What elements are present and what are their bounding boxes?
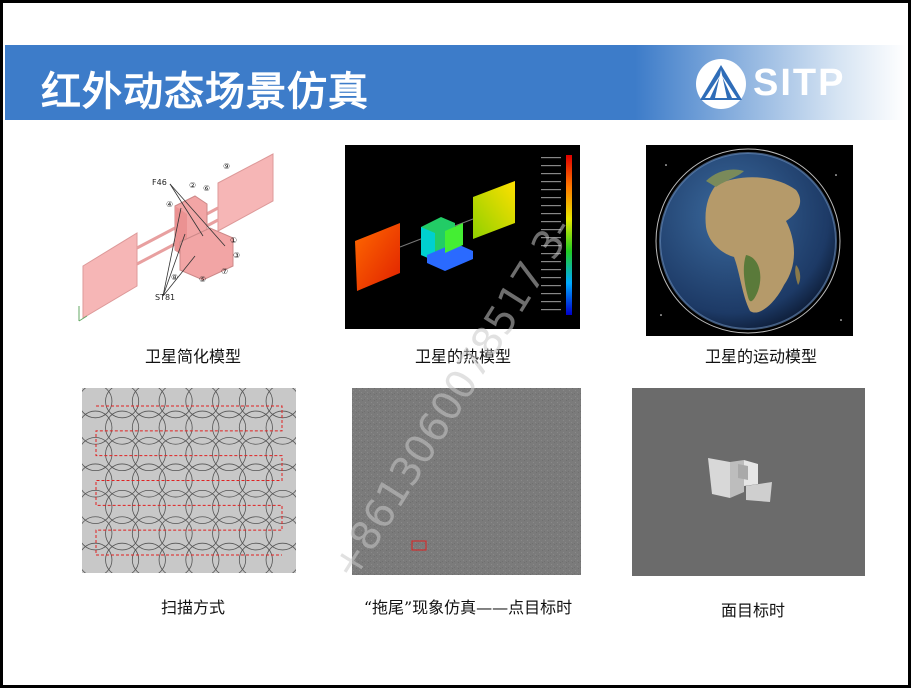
- scan-footprint: [158, 516, 193, 551]
- caption-motion-model: 卫星的运动模型: [704, 347, 817, 366]
- caption-area-target: 面目标时: [720, 601, 785, 620]
- scan-pattern-grid: [82, 388, 296, 573]
- scan-footprint: [82, 489, 113, 524]
- scan-footprint: [185, 437, 220, 472]
- label-4: ④: [166, 200, 173, 209]
- scan-footprint: [238, 437, 273, 472]
- figure-scan-mode: [82, 388, 296, 573]
- scan-footprint: [185, 489, 220, 524]
- scan-footprint: [238, 542, 273, 573]
- scan-footprint: [158, 542, 193, 573]
- scan-footprint: [105, 388, 140, 419]
- sitp-logo: SITP: [691, 58, 891, 110]
- label-2: ②: [189, 181, 196, 190]
- scan-footprint: [185, 410, 220, 445]
- label-8: ⑧: [171, 273, 178, 282]
- scan-footprint: [131, 410, 166, 445]
- scan-footprint: [105, 542, 140, 573]
- scan-footprint: [131, 516, 166, 551]
- area-target-render: [708, 458, 772, 502]
- scan-footprint: [82, 516, 113, 551]
- scan-footprint: [82, 437, 113, 472]
- label-6: ⑥: [203, 184, 210, 193]
- scan-footprint: [212, 489, 247, 524]
- label-3: ③: [233, 251, 240, 260]
- satellite-simplified-diagram: F46 ST81 ② ⑥ ④ ⑨ ① ③ ⑦ ⑤ ⑧: [78, 153, 274, 322]
- scan-footprint: [105, 516, 140, 551]
- scan-footprint: [212, 542, 247, 573]
- scan-footprint: [158, 489, 193, 524]
- scan-footprint: [212, 516, 247, 551]
- slide-title: 红外动态场景仿真: [41, 69, 369, 115]
- scan-footprint: [105, 489, 140, 524]
- scan-footprint: [185, 388, 220, 419]
- label-st81: ST81: [155, 293, 175, 302]
- scan-footprint: [185, 516, 220, 551]
- noise-field: [352, 388, 581, 575]
- thermal-model-render: [355, 155, 572, 315]
- figure-simplified-model: F46 ST81 ② ⑥ ④ ⑨ ① ③ ⑦ ⑤ ⑧: [75, 146, 293, 331]
- scan-footprint: [131, 542, 166, 573]
- label-1: ①: [230, 236, 237, 245]
- figure-smear-sim: [352, 388, 581, 575]
- figure-area-target: [632, 388, 865, 576]
- logo-text: SITP: [753, 62, 846, 104]
- scan-footprint: [265, 489, 296, 524]
- scan-footprint: [212, 388, 247, 419]
- scan-footprint: [158, 437, 193, 472]
- scan-path: [95, 405, 283, 556]
- figure-motion-model: [646, 145, 853, 336]
- scan-footprint: [238, 388, 273, 419]
- scan-footprint: [185, 542, 220, 573]
- caption-scan-mode: 扫描方式: [160, 598, 225, 617]
- caption-smear-sim: “拖尾”现象仿真——点目标时: [363, 598, 573, 617]
- label-5: ⑤: [199, 275, 206, 284]
- label-7: ⑦: [221, 267, 228, 276]
- earth-render: [655, 148, 842, 334]
- slide: 红外动态场景仿真 SITP F46 ST81 ② ⑥ ④ ⑨ ① ③ ⑦ ⑤ ⑧…: [3, 3, 908, 685]
- scan-footprint: [105, 437, 140, 472]
- caption-thermal-model: 卫星的热模型: [414, 347, 511, 366]
- label-9: ⑨: [223, 162, 230, 171]
- scan-footprint: [158, 388, 193, 419]
- scan-footprint: [212, 437, 247, 472]
- scan-footprint: [238, 516, 273, 551]
- scan-footprint: [131, 388, 166, 419]
- scan-footprint: [131, 437, 166, 472]
- scan-footprint: [238, 489, 273, 524]
- caption-simplified-model: 卫星简化模型: [144, 347, 241, 366]
- scan-footprint: [238, 410, 273, 445]
- scan-footprint: [265, 516, 296, 551]
- scan-footprint: [265, 410, 296, 445]
- sitp-triangle-logo-icon: [696, 59, 746, 109]
- scan-footprint: [82, 410, 113, 445]
- scan-footprint: [212, 410, 247, 445]
- scan-footprint: [158, 410, 193, 445]
- label-f46: F46: [152, 178, 167, 187]
- scan-footprint: [265, 463, 296, 498]
- scan-footprint: [265, 437, 296, 472]
- scan-footprint: [105, 410, 140, 445]
- figure-thermal-model: [345, 145, 580, 329]
- scan-footprint: [131, 489, 166, 524]
